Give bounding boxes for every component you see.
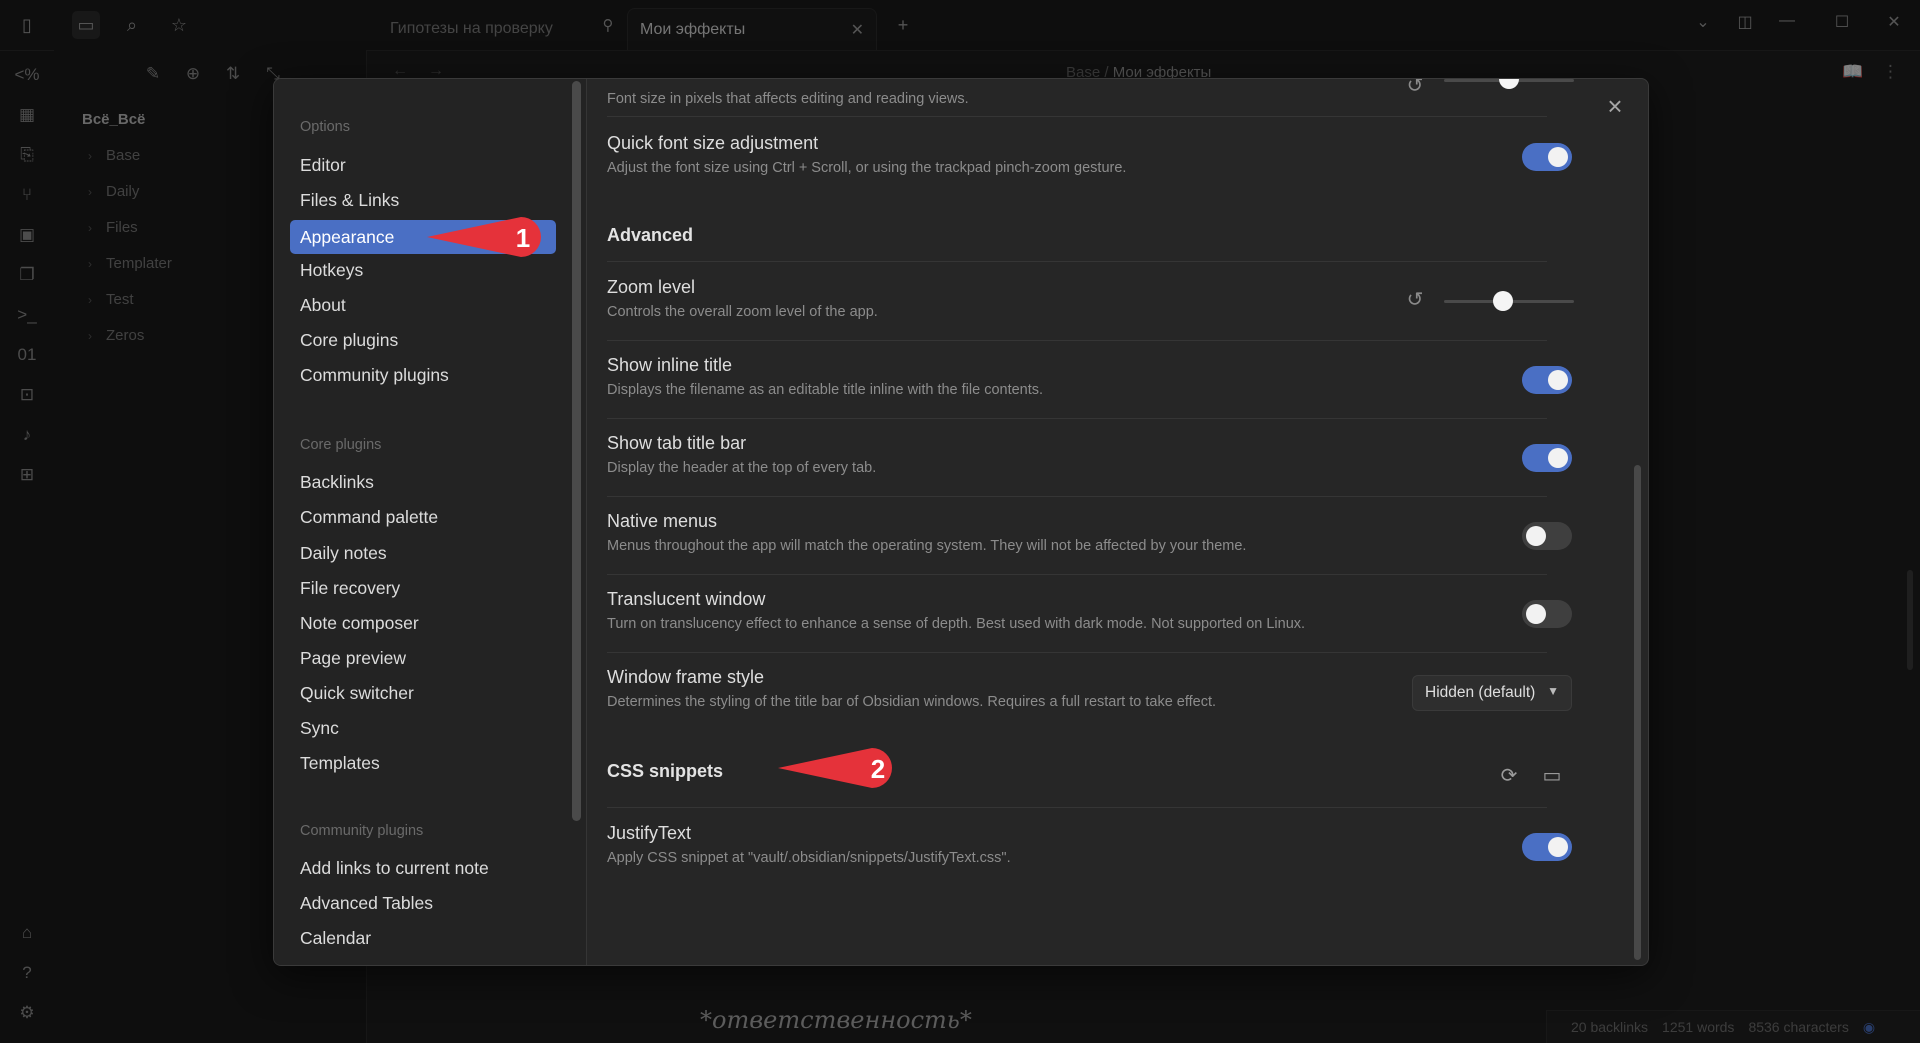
setting-title: Native menus [607,511,718,531]
settings-nav-backlinks[interactable]: Backlinks [300,472,374,493]
setting-title: Translucent window [607,589,766,609]
section-header-community-plugins: Community plugins [300,823,424,839]
setting-window-frame-style: Window frame style Determines the stylin… [607,667,1547,710]
setting-title: JustifyText [607,823,692,843]
settings-nav-note-composer[interactable]: Note composer [300,613,419,634]
divider [607,807,1547,808]
translucent-window-toggle[interactable] [1522,600,1572,628]
setting-title: Show tab title bar [607,433,747,453]
window-frame-style-dropdown[interactable]: Hidden (default) ▼ [1412,675,1572,711]
setting-justify-text: JustifyText Apply CSS snippet at "vault/… [607,823,1547,866]
callout-label: 1 [516,223,530,253]
content-scrollbar[interactable] [1634,465,1641,960]
toggle-knob [1548,370,1568,390]
settings-nav-community-plugins[interactable]: Community plugins [300,365,449,386]
setting-description: Display the header at the top of every t… [607,460,877,476]
settings-nav-hotkeys[interactable]: Hotkeys [300,260,363,281]
divider [607,116,1547,117]
settings-nav-command-palette[interactable]: Command palette [300,507,438,528]
settings-sidebar: Options Editor Files & Links Appearance … [274,79,587,965]
dropdown-value: Hidden (default) [1425,684,1536,701]
divider [607,261,1547,262]
settings-nav-quick-switcher[interactable]: Quick switcher [300,683,414,704]
setting-description: Turn on translucency effect to enhance a… [607,616,1306,632]
setting-title: Quick font size adjustment [607,133,819,153]
modal-close-icon[interactable]: × [1600,91,1630,121]
settings-nav-add-links[interactable]: Add links to current note [300,858,489,879]
settings-nav-advanced-tables[interactable]: Advanced Tables [300,893,433,914]
reset-icon[interactable]: ↺ [1403,79,1427,98]
divider [607,574,1547,575]
tab-title-bar-toggle[interactable] [1522,444,1572,472]
setting-description: Determines the styling of the title bar … [607,694,1217,710]
settings-nav-file-recovery[interactable]: File recovery [300,578,400,599]
toggle-knob [1548,147,1568,167]
settings-nav-sync[interactable]: Sync [300,718,339,739]
setting-tab-title-bar: Show tab title bar Display the header at… [607,433,1547,476]
callout-arrow-2: 2 [778,748,892,788]
toggle-knob [1526,604,1546,624]
settings-nav-templates[interactable]: Templates [300,753,380,774]
callout-2: 2 [776,745,908,791]
toggle-knob [1548,448,1568,468]
divider [607,340,1547,341]
reset-icon[interactable]: ↺ [1403,287,1427,312]
reload-snippets-icon[interactable]: ⟳ [1496,763,1522,788]
setting-title: Show inline title [607,355,733,375]
settings-nav-calendar[interactable]: Calendar [300,928,371,949]
toggle-knob [1526,526,1546,546]
setting-description: Adjust the font size using Ctrl + Scroll… [607,160,1127,176]
divider [607,496,1547,497]
inline-title-toggle[interactable] [1522,366,1572,394]
setting-title: Window frame style [607,667,765,687]
toggle-knob [1548,837,1568,857]
settings-nav-daily-notes[interactable]: Daily notes [300,543,387,564]
settings-nav-core-plugins[interactable]: Core plugins [300,330,398,351]
native-menus-toggle[interactable] [1522,522,1572,550]
setting-translucent-window: Translucent window Turn on translucency … [607,589,1547,632]
setting-quick-font: Quick font size adjustment Adjust the fo… [607,133,1547,176]
callout-arrow-1: 1 [427,217,541,257]
setting-description: Apply CSS snippet at "vault/.obsidian/sn… [607,850,1011,866]
divider [607,418,1547,419]
section-css-snippets: CSS snippets [607,761,724,781]
settings-nav-page-preview[interactable]: Page preview [300,648,406,669]
section-header-core-plugins: Core plugins [300,437,382,453]
settings-nav-about[interactable]: About [300,295,346,316]
divider [607,652,1547,653]
setting-description: Menus throughout the app will match the … [607,538,1247,554]
settings-modal: Options Editor Files & Links Appearance … [273,78,1649,966]
callout-1: 1 [425,214,557,260]
zoom-slider-handle[interactable] [1492,291,1513,311]
quick-font-toggle[interactable] [1522,143,1572,171]
justify-text-toggle[interactable] [1522,833,1572,861]
setting-native-menus: Native menus Menus throughout the app wi… [607,511,1547,554]
callout-label: 2 [871,754,885,784]
settings-nav-files-links[interactable]: Files & Links [300,190,399,211]
setting-description: Displays the filename as an editable tit… [607,382,1044,398]
settings-nav-editor[interactable]: Editor [300,155,346,176]
open-folder-icon[interactable]: ▭ [1539,763,1565,788]
caret-down-icon: ▼ [1547,684,1559,698]
section-header-options: Options [300,119,350,135]
section-advanced: Advanced [607,225,694,245]
setting-inline-title: Show inline title Displays the filename … [607,355,1547,398]
sidebar-scrollbar[interactable] [572,81,581,821]
